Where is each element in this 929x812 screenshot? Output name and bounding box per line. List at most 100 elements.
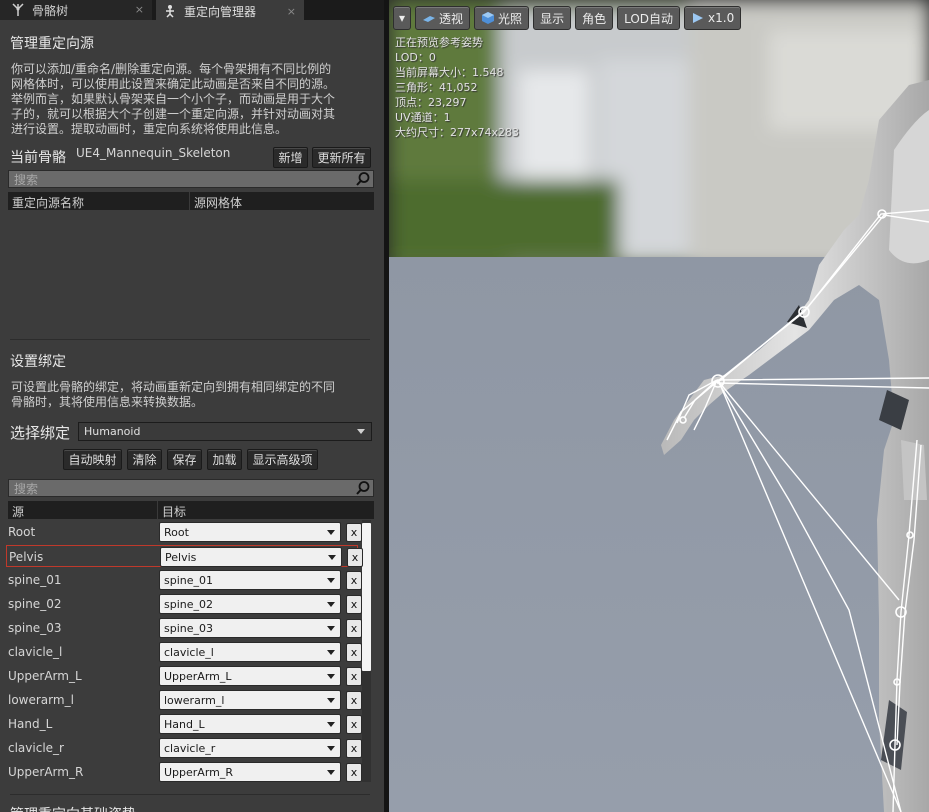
table-row[interactable]: UpperArm_L UpperArm_L x (6, 665, 362, 687)
clear-mapping-button[interactable]: x (346, 715, 362, 734)
play-speed-label: x1.0 (708, 11, 735, 25)
stat-screen-size: 当前屏幕大小：1.548 (395, 66, 504, 79)
desc-line: 子的，就可以根据大个子创建一个重定向源，并针对动画对其 (11, 107, 336, 121)
load-button[interactable]: 加载 (207, 449, 242, 470)
lit-cube-icon (481, 11, 495, 25)
perspective-button[interactable]: 透视 (415, 6, 471, 30)
lit-label: 光照 (498, 11, 523, 26)
chevron-down-icon (327, 722, 335, 727)
clear-mapping-button[interactable]: x (346, 739, 362, 758)
table-row[interactable]: spine_01 spine_01 x (6, 569, 362, 591)
table-row[interactable]: clavicle_l clavicle_l x (6, 641, 362, 663)
table-row[interactable]: Pelvis Pelvis x (6, 545, 363, 567)
viewport-toolbar: ▾ 透视 光照 显示 角色 LOD自动 x1.0 (393, 6, 742, 30)
preview-viewport[interactable]: ▾ 透视 光照 显示 角色 LOD自动 x1.0 正在预览参考姿势 LOD：0 … (389, 0, 929, 812)
col-source: 源 (12, 505, 25, 519)
target-bone-dropdown[interactable]: spine_03 (159, 618, 341, 638)
target-bone-value: Pelvis (165, 550, 197, 564)
source-bone-name: spine_01 (8, 573, 62, 587)
mapping-scrollbar-thumb[interactable] (362, 523, 371, 671)
viewport-stats: 正在预览参考姿势 LOD：0 当前屏幕大小：1.548 三角形：41,052 顶… (395, 35, 519, 140)
stat-preview-mode: 正在预览参考姿势 (395, 36, 483, 49)
lod-auto-button[interactable]: LOD自动 (617, 6, 681, 30)
target-bone-value: Root (164, 525, 189, 539)
source-table-header: 重定向源名称 源网格体 (8, 192, 374, 210)
tab-skeleton-tree[interactable]: 骨骼树 × (0, 0, 152, 20)
clear-mapping-button[interactable]: x (346, 571, 362, 590)
target-bone-dropdown[interactable]: lowerarm_l (159, 690, 341, 710)
target-bone-value: UpperArm_L (164, 669, 232, 683)
clear-mapping-button[interactable]: x (346, 619, 362, 638)
clear-mapping-button[interactable]: x (346, 523, 362, 542)
desc-line: 你可以添加/重命名/删除重定向源。每个骨架拥有不同比例的 (11, 62, 332, 76)
tab-retarget-manager[interactable]: 重定向管理器 × (156, 0, 304, 20)
lit-mode-button[interactable]: 光照 (474, 6, 530, 30)
clear-mapping-button[interactable]: x (346, 643, 362, 662)
target-bone-dropdown[interactable]: UpperArm_R (159, 762, 341, 782)
play-icon (691, 11, 705, 25)
viewport-options-button[interactable]: ▾ (393, 6, 412, 30)
search-placeholder: 搜索 (14, 481, 39, 496)
target-bone-dropdown[interactable]: Hand_L (159, 714, 341, 734)
perspective-label: 透视 (439, 11, 464, 26)
target-bone-dropdown[interactable]: spine_02 (159, 594, 341, 614)
target-bone-dropdown[interactable]: Root (159, 522, 341, 542)
clear-mapping-button[interactable]: x (346, 763, 362, 782)
clear-mapping-button[interactable]: x (346, 691, 362, 710)
chevron-down-icon (327, 650, 335, 655)
chevron-down-icon (357, 429, 365, 434)
perspective-icon (422, 11, 436, 25)
character-button[interactable]: 角色 (575, 6, 614, 30)
target-bone-dropdown[interactable]: spine_01 (159, 570, 341, 590)
table-row[interactable]: spine_02 spine_02 x (6, 593, 362, 615)
target-bone-value: lowerarm_l (164, 693, 225, 707)
column-divider (189, 192, 190, 210)
bone-search-input[interactable]: 搜索 (8, 479, 374, 497)
save-button[interactable]: 保存 (167, 449, 202, 470)
source-bone-name: clavicle_r (8, 741, 64, 755)
target-bone-value: spine_02 (164, 597, 214, 611)
target-bone-value: clavicle_l (164, 645, 214, 659)
target-bone-dropdown[interactable]: UpperArm_L (159, 666, 341, 686)
source-bone-name: Root (8, 525, 36, 539)
show-advanced-button[interactable]: 显示高级项 (247, 449, 318, 470)
source-search-input[interactable]: 搜索 (8, 170, 374, 188)
clear-button[interactable]: 清除 (127, 449, 162, 470)
skeleton-tree-icon (10, 2, 26, 18)
table-row[interactable]: spine_03 spine_03 x (6, 617, 362, 639)
target-bone-dropdown[interactable]: clavicle_l (159, 642, 341, 662)
target-bone-dropdown[interactable]: clavicle_r (159, 738, 341, 758)
close-icon[interactable]: × (135, 3, 144, 16)
col-source-mesh: 源网格体 (194, 196, 243, 210)
clear-mapping-button[interactable]: x (346, 667, 362, 686)
chevron-down-icon (327, 674, 335, 679)
table-row[interactable]: Hand_L Hand_L x (6, 713, 362, 735)
rig-select-dropdown[interactable]: Humanoid (78, 422, 372, 441)
add-source-button[interactable]: 新增 (273, 147, 308, 168)
stat-lod: LOD：0 (395, 51, 436, 64)
target-bone-value: Hand_L (164, 717, 205, 731)
col-retarget-name: 重定向源名称 (12, 196, 85, 210)
source-bone-name: Pelvis (9, 550, 44, 564)
target-bone-dropdown[interactable]: Pelvis (160, 547, 342, 567)
show-button[interactable]: 显示 (533, 6, 572, 30)
chevron-down-icon (327, 698, 335, 703)
target-bone-value: UpperArm_R (164, 765, 234, 779)
close-icon[interactable]: × (287, 5, 296, 18)
table-row[interactable]: lowerarm_l lowerarm_l x (6, 689, 362, 711)
section-divider (10, 794, 370, 795)
stat-uv-channels: UV通道：1 (395, 111, 451, 124)
clear-mapping-button[interactable]: x (346, 595, 362, 614)
select-rig-label: 选择绑定 (10, 424, 71, 442)
source-bone-name: spine_02 (8, 597, 62, 611)
desc-line: 举例而言，如果默认骨架来自一个小个子，而动画是用于大个 (11, 92, 336, 106)
update-all-button[interactable]: 更新所有 (312, 147, 371, 168)
auto-map-button[interactable]: 自动映射 (63, 449, 122, 470)
play-speed-button[interactable]: x1.0 (684, 6, 742, 30)
table-row[interactable]: clavicle_r clavicle_r x (6, 737, 362, 759)
clear-mapping-button[interactable]: x (347, 548, 363, 567)
tab-label: 重定向管理器 (184, 4, 257, 19)
table-row[interactable]: Root Root x (6, 521, 362, 543)
manage-base-pose-title: 管理重定向基础姿势 (10, 804, 136, 812)
table-row[interactable]: UpperArm_R UpperArm_R x (6, 761, 362, 783)
